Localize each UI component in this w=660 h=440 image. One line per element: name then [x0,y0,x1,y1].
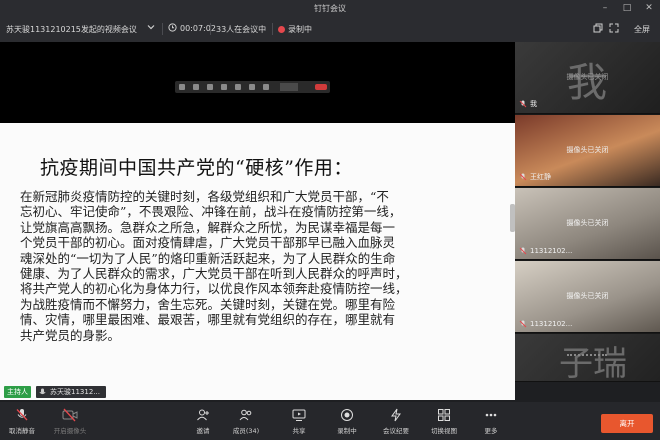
minimize-icon[interactable]: – [598,1,612,15]
meeting-info-bar: 苏天骏1131210215发起的视频会议 00:07:02 33人在会议中 录制… [0,16,660,42]
slide-line: 忘初心、牢记使命”，不畏艰险、冲锋在前，战斗在疫情防控第一线， [20,204,402,220]
maximize-icon[interactable]: □ [620,1,634,15]
participant-tile[interactable]: 我 摄像头已关闭 我 [515,42,660,114]
camera-off-status: 摄像头已关闭 [566,219,609,227]
divider [272,23,273,35]
fullscreen-icon[interactable] [609,23,619,35]
invite-button[interactable]: 邀请 [183,406,223,438]
participant-tile[interactable]: 摄像头已关闭 11312102... [515,261,660,333]
camera-off-status: 摄像头已关闭 [566,146,609,154]
participant-video-panel: 我 摄像头已关闭 我 摄像头已关闭 王红静 摄像头已关闭 11312102...… [515,42,660,382]
participant-tile[interactable]: 子瑞 [515,334,660,382]
mic-muted-icon [519,100,527,108]
share-screen-icon [292,409,306,421]
camera-button[interactable]: 开启摄像头 [50,406,90,438]
timer-icon [168,23,177,34]
participant-count[interactable]: 33人在会议中 [216,24,266,35]
participant-name: 我 [519,99,537,109]
camera-off-icon [62,408,78,422]
divider [162,23,163,35]
participant-tile[interactable]: 摄像头已关闭 11312102... [515,188,660,260]
grid-view-icon [438,409,450,421]
slide-line: 健康、为了人民群众的需求，广大党员干部在听到人民群众的呼声时， [20,266,408,282]
add-user-icon [197,409,209,421]
members-button[interactable]: 成员(34) [226,406,266,438]
camera-off-status: 摄像头已关闭 [566,292,609,300]
meeting-toolbar: 取消静音 开启摄像头 邀请 成员(34) 共享 录制中 会议纪要 切换视图 更多… [0,402,660,440]
switch-view-button[interactable]: 切换视图 [424,406,464,438]
presenter-share-toolbar [175,81,330,93]
window-title: 钉钉会议 [314,4,346,13]
record-icon [341,409,353,421]
chevron-down-icon[interactable] [147,23,155,33]
presentation-slide: 抗疫期间中国共产党的“硬核”作用： 在新冠肺炎疫情防控的关键时刻，各级党组织和广… [0,123,515,400]
slide-title: 抗疫期间中国共产党的“硬核”作用： [40,157,353,179]
slide-line: 让党旗高高飘扬。急群众之所急，解群众之所忧，为民谋幸福是每一 [20,219,396,235]
participant-name: 11312102... [519,320,572,328]
slide-line: 共产党员的身影。 [20,327,121,343]
leave-button[interactable]: 离开 [601,414,653,433]
slide-line: 个党员干部的初心。面对疫情肆虐，广大党员干部那早已融入血脉灵 [20,235,396,251]
recording-dot-icon [278,26,285,33]
divider [210,23,211,35]
slide-body: 在新冠肺炎疫情防控的关键时刻，各级党组织和广大党员干部，“不 忘初心、牢记使命”… [20,189,480,343]
copy-icon[interactable] [593,23,603,35]
mic-muted-icon [519,320,527,328]
minutes-button[interactable]: 会议纪要 [376,406,416,438]
share-button[interactable]: 共享 [279,406,319,438]
record-button[interactable]: 录制中 [327,406,367,438]
fullscreen-label[interactable]: 全屏 [634,24,650,35]
presenter-name[interactable]: 苏天骏11312... [36,386,106,398]
more-button[interactable]: 更多 [471,406,511,438]
unmute-button[interactable]: 取消静音 [2,406,42,438]
recording-label: 录制中 [288,25,312,34]
mic-muted-icon [519,173,527,181]
close-icon[interactable]: ✕ [642,1,656,15]
tile-watermark: 子瑞 [559,344,627,382]
mic-icon [39,388,46,395]
mic-muted-icon [519,247,527,255]
slide-line: 情、灾情，哪里最困难、最艰苦，哪里就有党组织的存在，哪里就有 [20,312,396,328]
camera-off-status: 摄像头已关闭 [566,73,609,81]
slide-line: 为战胜疫情而不懈努力，舍生忘死。关键时刻，关键在党。哪里有险 [20,296,396,312]
meeting-title[interactable]: 苏天骏1131210215发起的视频会议 [6,24,137,35]
participant-name: 11312102... [519,247,572,255]
shared-screen: 抗疫期间中国共产党的“硬核”作用： 在新冠肺炎疫情防控的关键时刻，各级党组织和广… [0,42,515,400]
members-icon [239,409,252,421]
loading-indicator [567,354,607,356]
more-dots-icon [485,413,497,417]
host-badge: 主持人 [4,386,31,398]
mic-muted-icon [16,409,28,421]
slide-line: 魂深处的“一切为了人民”的烙印重新活跃起来，为了人民群众的生命 [20,250,396,266]
title-bar: 钉钉会议 – □ ✕ [0,0,660,16]
slide-line: 将共产党人的初心化为身体力行，以优良作风本领奔赴疫情防控一线， [20,281,408,297]
meeting-window: 钉钉会议 – □ ✕ 苏天骏1131210215发起的视频会议 00:07:02… [0,0,660,440]
slide-line: 在新冠肺炎疫情防控的关键时刻，各级党组织和广大党员干部，“不 [20,189,389,204]
participant-name: 王红静 [519,172,551,182]
recording-status[interactable]: 录制中 [278,24,312,35]
lightning-icon [391,408,401,422]
participant-tile[interactable]: 摄像头已关闭 王红静 [515,115,660,187]
